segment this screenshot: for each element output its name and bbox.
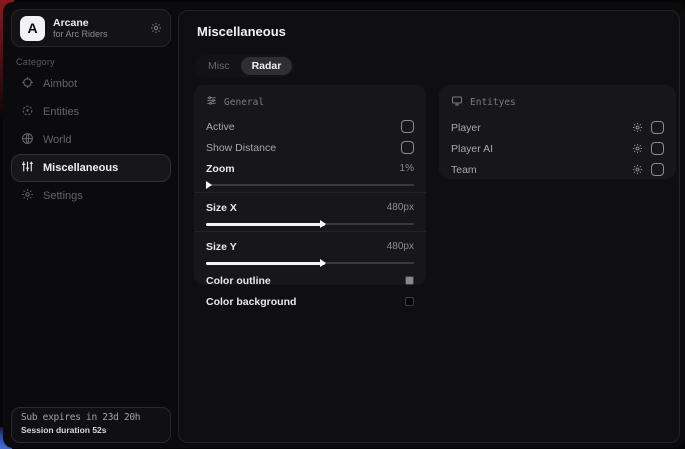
zoom-slider[interactable] (206, 180, 414, 189)
gear-icon[interactable] (632, 164, 643, 175)
sidebar-item-label: Aimbot (43, 78, 77, 90)
crosshair-icon (21, 76, 34, 92)
entities-card-title: Entityes (470, 97, 516, 108)
general-card: General Active Show Distance Zoom 1% (194, 85, 426, 285)
zoom-value: 1% (400, 163, 414, 174)
sidebar-item-settings[interactable]: Settings (11, 182, 171, 210)
team-checkbox[interactable] (651, 163, 664, 176)
color-outline-label: Color outline (206, 275, 271, 287)
monitor-icon (451, 95, 463, 110)
session-duration-text: Session duration 52s (21, 425, 161, 435)
size-y-slider-thumb[interactable] (320, 259, 326, 267)
show-distance-label: Show Distance (206, 142, 276, 154)
divider (194, 192, 426, 193)
sub-expiry-text: Sub expires in 23d 20h (21, 412, 161, 423)
color-outline-swatch[interactable] (405, 276, 414, 285)
general-card-header: General (206, 95, 414, 109)
tab-misc[interactable]: Misc (197, 57, 241, 75)
size-x-slider[interactable] (206, 219, 414, 228)
general-card-title: General (224, 97, 264, 108)
session-card: Sub expires in 23d 20h Session duration … (11, 407, 171, 443)
color-background-row: Color background (206, 291, 414, 312)
player-label: Player (451, 122, 481, 134)
gear-icon (21, 188, 34, 204)
zoom-row: Zoom 1% (206, 158, 414, 179)
sidebar-item-entities[interactable]: Entities (11, 98, 171, 126)
cheat-menu-window: A Arcane for Arc Riders Category (3, 2, 685, 448)
sidebar-item-aimbot[interactable]: Aimbot (11, 70, 171, 98)
main-panel: Miscellaneous Misc Radar General (178, 10, 680, 443)
sidebar-item-label: Miscellaneous (43, 162, 118, 174)
player-ai-checkbox[interactable] (651, 142, 664, 155)
brand-card: A Arcane for Arc Riders (11, 9, 171, 47)
brand-logo: A (20, 16, 45, 41)
sidebar-item-miscellaneous[interactable]: Miscellaneous (11, 154, 171, 182)
size-y-value: 480px (387, 241, 414, 252)
active-label: Active (206, 121, 235, 133)
size-x-label: Size X (206, 202, 237, 214)
player-checkbox[interactable] (651, 121, 664, 134)
color-background-label: Color background (206, 296, 296, 308)
zoom-label: Zoom (206, 163, 235, 175)
scan-icon (21, 104, 34, 120)
active-checkbox[interactable] (401, 120, 414, 133)
size-x-slider-thumb[interactable] (320, 220, 326, 228)
sidebar: A Arcane for Arc Riders Category (3, 2, 178, 448)
size-y-slider[interactable] (206, 258, 414, 267)
tab-bar: Misc Radar (195, 55, 294, 77)
gear-icon[interactable] (632, 143, 643, 154)
show-distance-row: Show Distance (206, 137, 414, 158)
sidebar-item-label: World (43, 134, 72, 146)
player-row: Player (451, 117, 664, 138)
entities-card-header: Entityes (451, 95, 664, 110)
sidebar-item-world[interactable]: World (11, 126, 171, 154)
app-window: A Arcane for Arc Riders Category (0, 0, 685, 449)
sidebar-item-label: Settings (43, 190, 83, 202)
entities-card: Entityes Player Player AI (439, 85, 676, 179)
team-row: Team (451, 159, 664, 180)
sidebar-item-label: Entities (43, 106, 79, 118)
zoom-slider-thumb[interactable] (206, 181, 212, 189)
team-label: Team (451, 164, 477, 176)
player-ai-label: Player AI (451, 143, 493, 155)
tab-radar[interactable]: Radar (241, 57, 293, 75)
size-y-label: Size Y (206, 241, 237, 253)
category-label: Category (16, 57, 55, 67)
brand-subtitle: for Arc Riders (53, 29, 150, 39)
size-x-row: Size X 480px (206, 197, 414, 218)
sidebar-nav: Aimbot Entities (11, 70, 171, 210)
globe-icon (21, 132, 34, 148)
sliders-horizontal-icon (206, 95, 217, 109)
sliders-icon (21, 160, 34, 176)
size-y-row: Size Y 480px (206, 236, 414, 257)
gear-icon[interactable] (632, 122, 643, 133)
size-x-value: 480px (387, 202, 414, 213)
page-title: Miscellaneous (197, 24, 286, 39)
show-distance-checkbox[interactable] (401, 141, 414, 154)
active-row: Active (206, 116, 414, 137)
brand-title: Arcane (53, 17, 150, 29)
color-outline-row: Color outline (206, 270, 414, 291)
player-ai-row: Player AI (451, 138, 664, 159)
gear-icon[interactable] (150, 22, 162, 34)
divider (194, 231, 426, 232)
color-background-swatch[interactable] (405, 297, 414, 306)
